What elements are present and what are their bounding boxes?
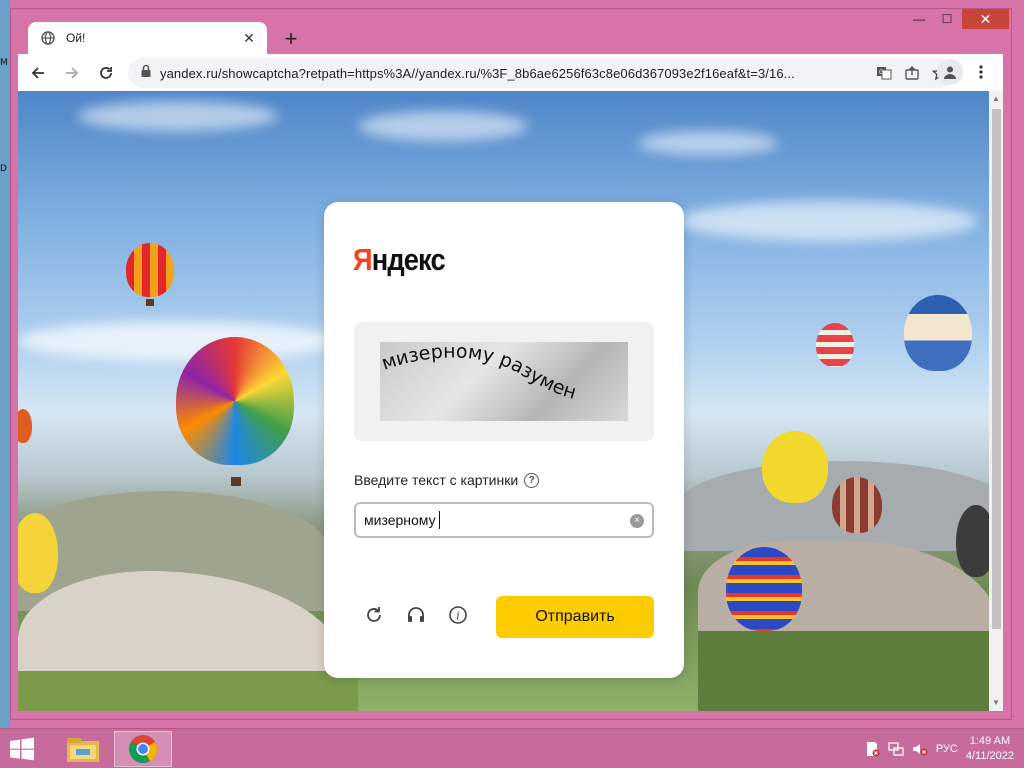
minimize-button[interactable]: — bbox=[906, 9, 932, 29]
kebab-menu-icon[interactable] bbox=[967, 58, 995, 86]
clock-time: 1:49 AM bbox=[969, 735, 1011, 747]
translate-icon[interactable]: G bbox=[870, 59, 898, 87]
audio-icon[interactable] bbox=[403, 602, 429, 628]
balloon-basket bbox=[146, 299, 154, 306]
prompt-label: Введите текст с картинки bbox=[354, 472, 519, 488]
svg-text:G: G bbox=[879, 69, 884, 76]
share-icon[interactable] bbox=[898, 59, 926, 87]
taskbar-clock[interactable]: 1:49 AM 4/11/2022 bbox=[966, 734, 1014, 764]
info-icon[interactable]: i bbox=[445, 602, 471, 628]
balloon bbox=[904, 295, 972, 371]
reload-icon bbox=[100, 66, 112, 79]
balloon bbox=[726, 547, 802, 631]
desktop-edge-letter: M bbox=[0, 58, 8, 68]
arrow-left-icon bbox=[31, 66, 44, 79]
yandex-logo[interactable]: Яндекс bbox=[353, 242, 446, 278]
input-language[interactable]: РУС bbox=[936, 743, 958, 755]
cloud bbox=[78, 101, 278, 131]
chrome-icon[interactable] bbox=[114, 731, 172, 767]
captcha-input[interactable]: мизерному × bbox=[354, 502, 654, 538]
cloud bbox=[358, 111, 528, 141]
close-tab-icon[interactable]: ✕ bbox=[241, 30, 257, 46]
captcha-actions: i bbox=[361, 602, 471, 628]
scrollbar-thumb[interactable] bbox=[992, 109, 1001, 629]
new-tab-button[interactable]: + bbox=[279, 27, 303, 51]
balloon bbox=[176, 337, 294, 465]
balloon bbox=[762, 431, 828, 503]
forward-button[interactable] bbox=[58, 59, 86, 87]
vegetation bbox=[698, 631, 989, 711]
volume-muted-icon[interactable] bbox=[912, 741, 928, 757]
reload-button[interactable] bbox=[92, 59, 120, 87]
cloud bbox=[638, 131, 778, 155]
arrow-right-icon bbox=[66, 66, 79, 79]
clear-input-icon[interactable]: × bbox=[630, 514, 644, 528]
maximize-button[interactable]: ☐ bbox=[934, 9, 960, 29]
captcha-input-value[interactable]: мизерному bbox=[364, 512, 436, 528]
url-text[interactable]: yandex.ru/showcaptcha?retpath=https%3A//… bbox=[160, 66, 870, 81]
system-tray: РУС 1:49 AM 4/11/2022 bbox=[864, 733, 1014, 765]
desktop-edge-letter: D bbox=[0, 164, 7, 174]
browser-toolbar: yandex.ru/showcaptcha?retpath=https%3A//… bbox=[18, 54, 1003, 91]
address-bar[interactable]: yandex.ru/showcaptcha?retpath=https%3A//… bbox=[128, 58, 954, 88]
titlebar: Ой! ✕ + — ☐ ✕ bbox=[11, 9, 1011, 54]
close-window-button[interactable]: ✕ bbox=[962, 9, 1009, 29]
svg-text:i: i bbox=[456, 610, 460, 623]
balloon-basket bbox=[231, 477, 241, 486]
refresh-icon[interactable] bbox=[361, 602, 387, 628]
taskbar: РУС 1:49 AM 4/11/2022 bbox=[0, 728, 1024, 768]
balloon bbox=[832, 477, 882, 533]
captcha-image: мизерному разумен bbox=[380, 342, 628, 421]
tab-title: Ой! bbox=[66, 31, 86, 45]
help-icon[interactable]: ? bbox=[524, 472, 540, 488]
globe-icon bbox=[40, 30, 56, 46]
captcha-text: мизерному разумен bbox=[380, 342, 579, 404]
logo-rest: ндекс bbox=[371, 242, 446, 277]
scroll-down-arrow[interactable]: ▼ bbox=[991, 698, 1001, 708]
cloud bbox=[678, 201, 978, 241]
profile-icon[interactable] bbox=[937, 59, 963, 85]
submit-button[interactable]: Отправить bbox=[496, 596, 654, 638]
logo-first-letter: Я bbox=[353, 242, 373, 277]
captcha-prompt: Введите текст с картинки ? bbox=[354, 472, 540, 488]
browser-tab[interactable]: Ой! ✕ bbox=[28, 22, 267, 54]
balloon bbox=[956, 505, 989, 577]
file-explorer-icon[interactable] bbox=[54, 731, 112, 767]
balloon bbox=[816, 323, 854, 367]
cloud bbox=[18, 321, 338, 361]
scroll-up-arrow[interactable]: ▲ bbox=[991, 94, 1001, 104]
balloon bbox=[18, 409, 32, 443]
lock-icon[interactable] bbox=[140, 64, 152, 83]
vertical-scrollbar[interactable]: ▲ ▼ bbox=[989, 91, 1003, 711]
vegetation bbox=[18, 671, 358, 711]
text-caret bbox=[438, 511, 440, 529]
balloon bbox=[126, 243, 174, 297]
captcha-card: Яндекс мизерному разумен Введите текст с… bbox=[324, 202, 684, 678]
network-icon[interactable] bbox=[888, 741, 904, 757]
clock-date: 4/11/2022 bbox=[965, 750, 1014, 762]
captcha-container: мизерному разумен bbox=[354, 322, 654, 441]
toolbar-right bbox=[937, 58, 995, 86]
back-button[interactable] bbox=[24, 59, 52, 87]
desktop-edge: M D bbox=[0, 0, 10, 728]
windows-start-icon[interactable] bbox=[8, 737, 36, 761]
action-center-icon[interactable] bbox=[864, 741, 880, 757]
